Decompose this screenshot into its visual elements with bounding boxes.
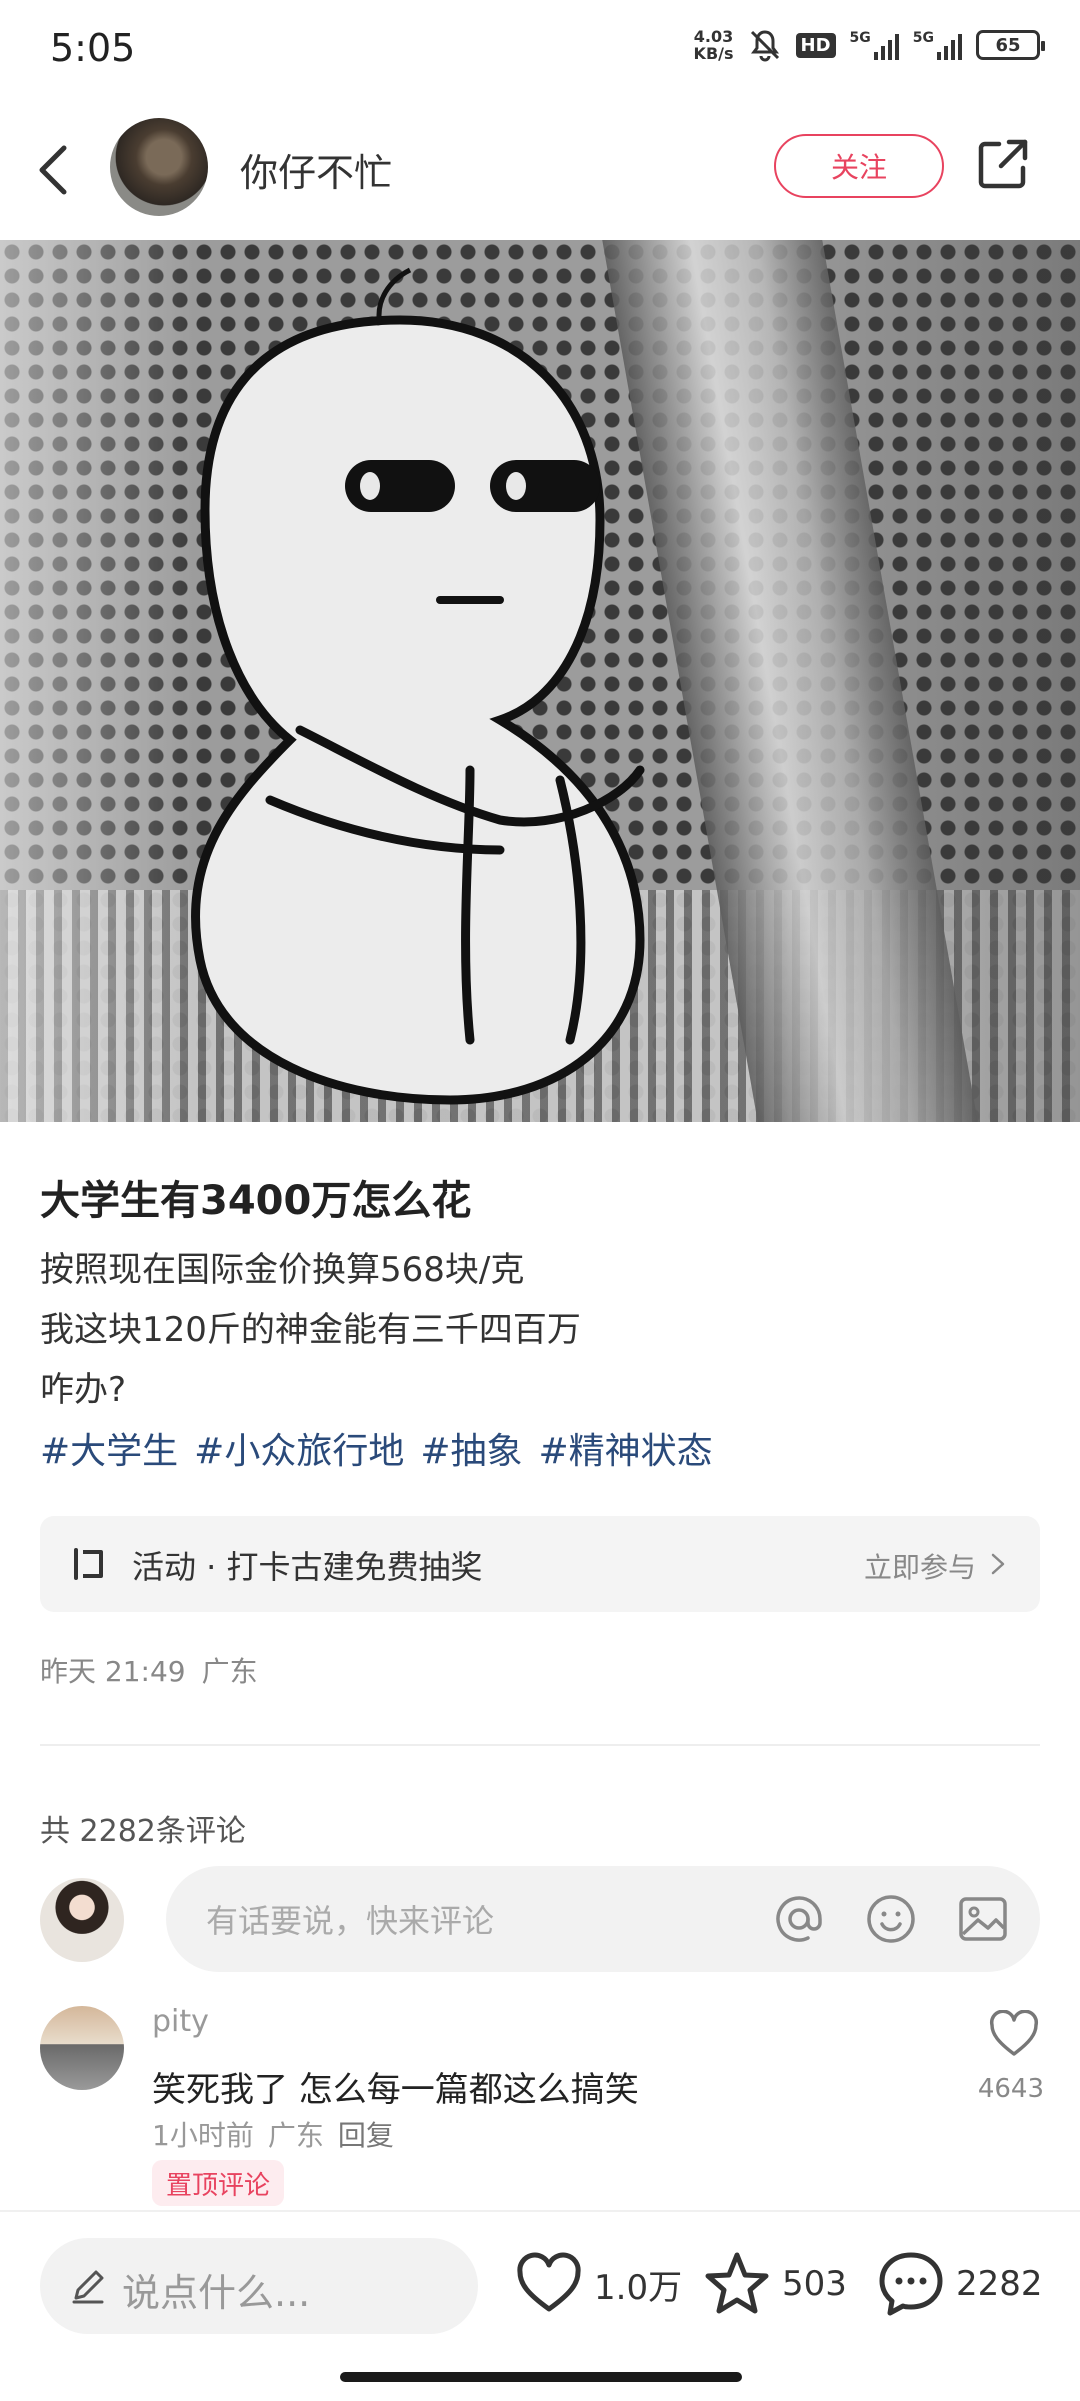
heart-icon bbox=[517, 2252, 581, 2312]
post-meta: 昨天 21:49 广东 bbox=[40, 1650, 258, 1690]
favorite-count: 503 bbox=[782, 2264, 847, 2304]
at-mention-icon[interactable] bbox=[772, 1892, 826, 1946]
activity-label: 活动 · 打卡古建免费抽奖 bbox=[132, 1548, 483, 1586]
author-avatar[interactable] bbox=[110, 118, 208, 216]
like-button[interactable]: 1.0万 bbox=[514, 2248, 682, 2320]
comment-bubble-icon bbox=[879, 2252, 943, 2316]
tag-link[interactable]: #精神状态 bbox=[539, 1422, 713, 1474]
mute-bell-icon bbox=[750, 30, 779, 62]
comment-total: 2282 bbox=[956, 2264, 1043, 2304]
activity-flag-icon bbox=[74, 1548, 103, 1580]
comment-count: 共 2282条评论 bbox=[40, 1814, 246, 1849]
chevron-right-icon bbox=[991, 1553, 1005, 1575]
back-arrow-icon[interactable] bbox=[30, 140, 80, 200]
comment-button[interactable]: 2282 bbox=[876, 2248, 1043, 2320]
post-body-line: 按照现在国际金价换算568块/克 bbox=[40, 1250, 525, 1290]
pen-icon bbox=[72, 2270, 104, 2304]
status-bar: 5:05 4.03 KB/s HD 5G 5G 65 bbox=[0, 0, 1080, 100]
battery-icon: 65 bbox=[976, 30, 1045, 60]
comment-item: pity 笑死我了 怎么每一篇都这么搞笑 1小时前 广东 回复 置顶评论 464… bbox=[0, 2000, 1080, 2210]
signal-1-icon: 5G bbox=[850, 30, 899, 60]
activity-join-link[interactable]: 立即参与 bbox=[864, 1546, 976, 1586]
comment-time: 1小时前 bbox=[152, 2119, 254, 2152]
commenter-avatar[interactable] bbox=[40, 2006, 124, 2090]
tag-link[interactable]: #抽象 bbox=[420, 1422, 522, 1474]
comment-like-count: 4643 bbox=[977, 2074, 1044, 2104]
reply-button[interactable]: 回复 bbox=[338, 2114, 394, 2154]
author-name[interactable]: 你仔不忙 bbox=[240, 142, 392, 197]
star-icon bbox=[705, 2252, 769, 2314]
network-speed: 4.03 KB/s bbox=[693, 27, 734, 63]
heart-icon[interactable] bbox=[988, 2010, 1040, 2058]
post-location: 广东 bbox=[201, 1655, 258, 1688]
post-image[interactable] bbox=[0, 240, 1080, 1122]
comment-meta: 1小时前 广东 回复 bbox=[152, 2114, 394, 2154]
like-count: 1.0万 bbox=[594, 2267, 683, 2308]
post-body-line: 我这块120斤的神金能有三千四百万 bbox=[40, 1310, 581, 1350]
comment-compose-row: 有话要说，快来评论 bbox=[0, 1866, 1080, 1976]
post-body: 按照现在国际金价换算568块/克 我这块120斤的神金能有三千四百万 咋办? bbox=[40, 1240, 581, 1420]
pinned-badge: 置顶评论 bbox=[152, 2160, 285, 2206]
status-icons: 4.03 KB/s HD 5G 5G 65 bbox=[693, 27, 1045, 63]
comment-input[interactable]: 有话要说，快来评论 bbox=[166, 1866, 1040, 1972]
cartoon-figure-illustration bbox=[191, 267, 645, 1105]
post-body-line: 咋办? bbox=[40, 1370, 127, 1410]
post-date: 昨天 21:49 bbox=[40, 1655, 186, 1688]
signal-2-icon: 5G bbox=[913, 30, 962, 60]
emoji-icon[interactable] bbox=[864, 1892, 918, 1946]
follow-button[interactable]: 关注 bbox=[774, 134, 944, 198]
my-avatar bbox=[40, 1878, 124, 1962]
hd-badge: HD bbox=[795, 32, 836, 58]
say-something-placeholder: 说点什么... bbox=[122, 2271, 311, 2315]
home-indicator[interactable] bbox=[340, 2372, 742, 2382]
comment-location: 广东 bbox=[267, 2119, 324, 2152]
status-time: 5:05 bbox=[50, 26, 136, 70]
divider bbox=[40, 1744, 1040, 1746]
image-upload-icon[interactable] bbox=[956, 1892, 1010, 1946]
comment-input-placeholder: 有话要说，快来评论 bbox=[206, 1902, 495, 1940]
commenter-name[interactable]: pity bbox=[152, 2004, 209, 2039]
share-icon[interactable] bbox=[975, 136, 1031, 192]
say-something-input[interactable]: 说点什么... bbox=[40, 2238, 478, 2334]
post-title: 大学生有3400万怎么花 bbox=[40, 1178, 472, 1224]
tag-link[interactable]: #小众旅行地 bbox=[194, 1422, 404, 1474]
tag-link[interactable]: #大学生 bbox=[40, 1422, 178, 1474]
post-tags: #大学生 #小众旅行地 #抽象 #精神状态 bbox=[40, 1422, 713, 1474]
comment-text[interactable]: 笑死我了 怎么每一篇都这么搞笑 bbox=[152, 2062, 639, 2111]
post-header: 你仔不忙 关注 bbox=[0, 110, 1080, 230]
favorite-button[interactable]: 503 bbox=[702, 2248, 847, 2320]
activity-banner[interactable]: 活动 · 打卡古建免费抽奖 立即参与 bbox=[40, 1516, 1040, 1612]
